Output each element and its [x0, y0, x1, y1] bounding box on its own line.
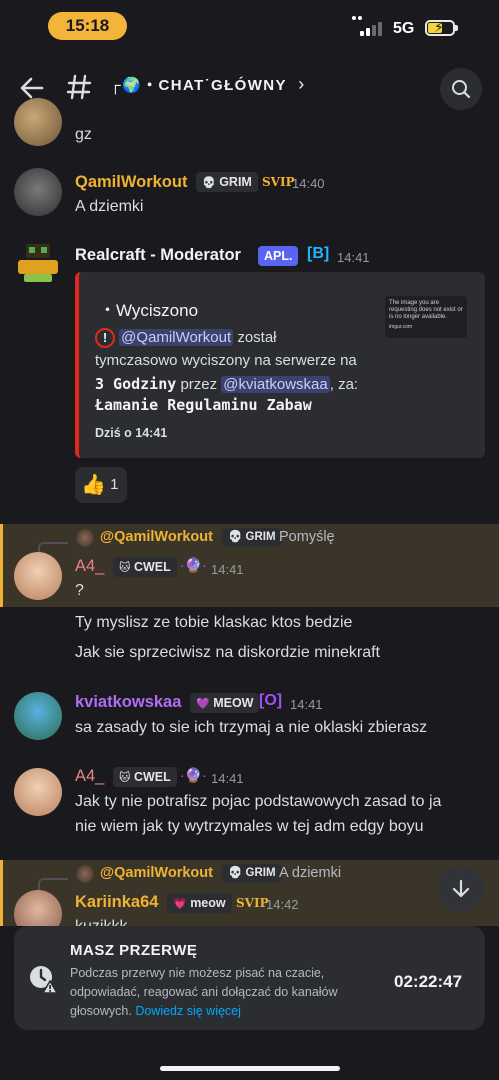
reply-username[interactable]: @QamilWorkout: [100, 865, 213, 881]
break-title: MASZ PRZERWĘ: [70, 942, 198, 959]
message-reply[interactable]: @QamilWorkout 💀 GRIM A dziemki Kariinka6…: [0, 860, 499, 926]
skull-icon: 💀: [202, 177, 216, 189]
status-bar: 15:18 5G ⚡: [0, 0, 499, 52]
reply-preview[interactable]: Pomyślę: [279, 529, 335, 545]
realcraft-logo[interactable]: [14, 240, 62, 288]
mute-embed: ・Wyciszono The image you are requesting …: [75, 272, 485, 458]
role-badge: 🐱 CWEL: [113, 557, 177, 577]
avatar[interactable]: [14, 552, 62, 600]
username[interactable]: A4_: [75, 767, 104, 786]
gem-icon: ·🔮·: [180, 557, 207, 573]
cat-icon: 🐱: [119, 772, 131, 784]
mute-reason: Łamanie Regulaminu Zabaw: [95, 396, 312, 414]
username[interactable]: A4_: [75, 557, 104, 576]
embed-thumbnail[interactable]: The image you are requesting does not ex…: [385, 296, 467, 338]
reply-badge: 💀 GRIM: [222, 864, 282, 883]
channel-header: ┌🌍・CHAT˙GŁÓWNY ›: [0, 52, 499, 122]
network-type: 5G: [393, 20, 415, 37]
timestamp: 14:41: [211, 771, 244, 786]
status-dots-icon: [352, 7, 368, 20]
rank-badge: SVIP: [236, 896, 269, 910]
timestamp: 14:40: [292, 176, 325, 191]
clock-warning-icon: [30, 966, 58, 994]
embed-line1: ! @QamilWorkout został: [95, 328, 277, 348]
reply-username[interactable]: @QamilWorkout: [100, 529, 213, 545]
message-text: nie wiem jak ty wytrzymales w tej adm ed…: [75, 818, 424, 835]
message-text: Ty myslisz ze tobie klaskac ktos bedzie: [75, 614, 353, 631]
role-badge: 🐱 CWEL: [113, 767, 177, 787]
warning-icon: !: [95, 328, 115, 348]
embed-title: ・Wyciszono: [99, 301, 199, 320]
role-badge: 💀 GRIM: [196, 172, 258, 192]
message-text: Jak ty nie potrafisz pojac podstawowych …: [75, 793, 442, 810]
extra-tag: [O]: [259, 692, 283, 709]
app-tag: APL.: [258, 246, 299, 266]
cellular-signal-icon: [360, 20, 384, 36]
arrow-down-icon: [452, 879, 470, 898]
username[interactable]: Kariinka64: [75, 893, 158, 912]
reply-badge: 💀 GRIM: [222, 528, 282, 547]
message-text: Jak sie sprzeciwisz na diskordzie minekr…: [75, 644, 380, 661]
avatar[interactable]: [14, 98, 62, 146]
message-partial[interactable]: gz: [0, 98, 499, 162]
battery-charging-icon: ⚡: [425, 19, 458, 36]
username[interactable]: kviatkowskaa: [75, 693, 181, 712]
reply-preview[interactable]: A dziemki: [279, 865, 341, 881]
break-notice: MASZ PRZERWĘ Podczas przerwy nie możesz …: [14, 926, 485, 1030]
chevron-right-icon[interactable]: ›: [298, 74, 305, 94]
role-badge: 💜 MEOW: [190, 693, 260, 713]
channel-title[interactable]: ┌🌍・CHAT˙GŁÓWNY ›: [110, 74, 306, 95]
message-text: ?: [75, 582, 84, 599]
avatar[interactable]: [14, 890, 62, 926]
reply-avatar: [76, 865, 94, 883]
timestamp: 14:41: [337, 250, 370, 265]
user-mention[interactable]: @QamilWorkout: [119, 328, 234, 346]
mod-mention[interactable]: @kviatkowskaa: [221, 376, 330, 393]
scroll-to-bottom-button[interactable]: [438, 866, 484, 912]
embed-line3: 3 Godziny przez @kviatkowskaa, za:: [95, 375, 359, 393]
search-button[interactable]: [440, 68, 482, 110]
thumbs-up-icon: 👍: [81, 474, 106, 497]
break-description: Podczas przerwy nie możesz pisać na czac…: [70, 966, 338, 1018]
timestamp: 14:42: [266, 897, 299, 912]
reaction-button[interactable]: 👍 1: [75, 467, 127, 503]
rank-badge: SVIP: [262, 175, 295, 189]
hash-icon: [66, 74, 92, 100]
message-reply[interactable]: @QamilWorkout 💀 GRIM Pomyślę A4_ 🐱 CWEL …: [0, 524, 499, 674]
home-indicator[interactable]: [160, 1066, 340, 1071]
message[interactable]: kviatkowskaa 💜 MEOW [O] 14:41 sa zasady …: [0, 690, 499, 750]
message-text: A dziemki: [75, 198, 144, 215]
username[interactable]: QamilWorkout: [75, 173, 187, 192]
message[interactable]: A4_ 🐱 CWEL ·🔮· 14:41 Jak ty nie potrafis…: [0, 766, 499, 846]
heart-icon: 💗: [173, 898, 187, 910]
timestamp: 14:41: [211, 562, 244, 577]
extra-tag: [B]: [307, 245, 330, 262]
embed-line2: tymczasowo wyciszony na serwerze na: [95, 352, 357, 369]
gem-icon: ·🔮·: [180, 767, 207, 783]
cat-icon: 🐱: [119, 562, 131, 574]
embed-footer: Dziś o 14:41: [95, 426, 168, 440]
timestamp: 14:41: [290, 697, 323, 712]
avatar[interactable]: [14, 168, 62, 216]
username[interactable]: Realcraft - Moderator: [75, 246, 241, 265]
search-icon: [452, 80, 471, 99]
message-text: kuzikkk: [75, 918, 127, 926]
message-text: gz: [75, 126, 92, 143]
message-text: sa zasady to sie ich trzymaj a nie oklas…: [75, 719, 428, 736]
heart-icon: 💜: [196, 698, 210, 710]
status-time: 15:18: [48, 12, 127, 40]
learn-more-link[interactable]: Dowiedz się więcej: [135, 1004, 241, 1018]
avatar[interactable]: [14, 768, 62, 816]
avatar[interactable]: [14, 692, 62, 740]
break-timer: 02:22:47: [394, 972, 463, 991]
message[interactable]: QamilWorkout 💀 GRIM SVIP 14:40 A dziemki: [0, 166, 499, 232]
reply-avatar: [76, 529, 94, 547]
role-badge: 💗 meow: [167, 893, 232, 913]
